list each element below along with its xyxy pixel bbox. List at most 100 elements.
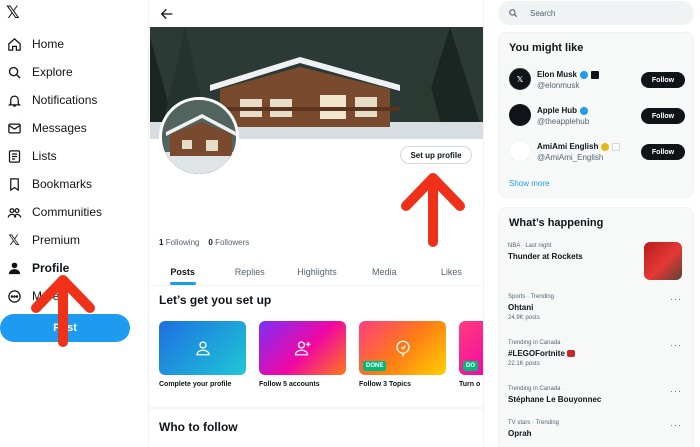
- person-outline-icon: [195, 341, 210, 356]
- nav-explore-label: Explore: [32, 65, 73, 79]
- verified-badge-icon: [580, 106, 588, 115]
- followers-label: Followers: [215, 238, 250, 247]
- tab-media[interactable]: Media: [351, 258, 418, 285]
- tab-replies[interactable]: Replies: [216, 258, 283, 285]
- verified-gold-badge-icon: [601, 142, 610, 151]
- trend-item[interactable]: Trending in Canada #LEGOFortnite 22.1K p…: [508, 340, 684, 367]
- trend-more-icon[interactable]: ···: [670, 420, 682, 430]
- nav-home[interactable]: Home: [6, 33, 64, 55]
- bell-icon: [6, 92, 22, 108]
- card-follow-accounts[interactable]: [259, 321, 346, 375]
- nav-notifications[interactable]: Notifications: [6, 89, 97, 111]
- search-icon: [509, 9, 518, 18]
- profile-avatar[interactable]: [159, 97, 239, 177]
- trend-item[interactable]: Trending in Canada Stéphane Le Bouyonnec…: [508, 386, 684, 404]
- card-label: Follow 5 accounts: [259, 381, 320, 388]
- avatar-cabin-image: [162, 100, 236, 174]
- followers-count: 0: [208, 238, 213, 247]
- follow-button[interactable]: Follow: [641, 72, 685, 88]
- you-might-like-panel: You might like 𝕏 Elon Musk @elonmusk Fol…: [498, 32, 694, 198]
- following-link[interactable]: 1 Following: [159, 238, 199, 247]
- topic-bubble-icon: [395, 340, 410, 357]
- trend-meta: Trending in Canada: [508, 340, 561, 346]
- list-icon: [6, 148, 22, 164]
- follow-counts: 1 Following 0 Followers: [159, 238, 249, 247]
- suggestion-handle: @elonmusk: [537, 81, 580, 90]
- lego-emoji-icon: [567, 350, 576, 358]
- profile-tabs: Posts Replies Highlights Media Likes: [149, 258, 483, 286]
- card-complete-profile[interactable]: [159, 321, 246, 375]
- follow-button[interactable]: Follow: [641, 144, 685, 160]
- nav-explore[interactable]: Explore: [6, 61, 73, 83]
- trend-title: #LEGOFortnite: [508, 349, 684, 358]
- suggestion-elon[interactable]: 𝕏 Elon Musk @elonmusk Follow: [509, 68, 685, 94]
- trend-count: 24.9K posts: [508, 315, 540, 321]
- tab-highlights[interactable]: Highlights: [283, 258, 350, 285]
- done-badge: DO: [463, 361, 478, 371]
- card-turn-on[interactable]: DO: [459, 321, 483, 375]
- bookmark-icon: [6, 176, 22, 192]
- trend-more-icon[interactable]: ···: [670, 294, 682, 304]
- trend-more-icon[interactable]: ···: [670, 340, 682, 350]
- suggestion-handle: @theapplehub: [537, 117, 590, 126]
- tab-posts[interactable]: Posts: [149, 258, 216, 285]
- x-logo-icon[interactable]: 𝕏: [6, 4, 24, 22]
- setup-cards: Complete your profile Follow 5 accounts …: [159, 321, 483, 393]
- person-icon: [6, 260, 22, 276]
- nav-premium[interactable]: 𝕏 Premium: [6, 229, 80, 251]
- nav-bookmarks-label: Bookmarks: [32, 177, 93, 191]
- left-sidebar: 𝕏 Home Explore Notifications Messages Li…: [0, 0, 148, 447]
- followers-link[interactable]: 0 Followers: [208, 238, 249, 247]
- suggestion-handle: @AmiAmi_English: [537, 153, 604, 162]
- card-label: Complete your profile: [159, 381, 232, 388]
- search-placeholder: Search: [530, 8, 556, 18]
- annotation-arrow-icon: [401, 173, 465, 247]
- setup-profile-button[interactable]: Set up profile: [400, 146, 472, 164]
- back-arrow-icon[interactable]: [159, 6, 175, 22]
- nav-messages-label: Messages: [32, 121, 87, 135]
- you-might-like-title: You might like: [509, 42, 584, 54]
- mail-icon: [6, 120, 22, 136]
- nav-notifications-label: Notifications: [32, 93, 98, 107]
- people-icon: [6, 204, 22, 220]
- home-icon: [6, 36, 22, 52]
- verified-badge-icon: [580, 70, 589, 79]
- trend-title: Ohtani: [508, 303, 534, 312]
- trend-title: Stéphane Le Bouyonnec: [508, 395, 602, 404]
- affiliate-badge-icon: [612, 142, 621, 151]
- right-sidebar: Search You might like 𝕏 Elon Musk @elonm…: [498, 0, 694, 447]
- tab-likes[interactable]: Likes: [418, 258, 483, 285]
- trend-more-icon[interactable]: ···: [670, 386, 682, 396]
- trend-thumbnail[interactable]: [644, 242, 682, 280]
- x-logo-icon: 𝕏: [8, 231, 20, 248]
- following-label: Following: [165, 238, 200, 247]
- trend-item[interactable]: Sports · Trending Ohtani 24.9K posts ···: [508, 294, 684, 321]
- avatar: [509, 104, 531, 126]
- add-person-icon: [294, 341, 310, 356]
- trend-meta: Trending in Canada: [508, 386, 561, 392]
- trend-title: Oprah: [508, 429, 532, 438]
- suggestion-amiami[interactable]: AmiAmi English @AmiAmi_English Follow: [509, 140, 685, 166]
- nav-bookmarks[interactable]: Bookmarks: [6, 173, 92, 195]
- more-circle-icon: [6, 288, 22, 304]
- show-more-link[interactable]: Show more: [509, 179, 549, 188]
- following-count: 1: [159, 238, 164, 247]
- trend-item[interactable]: TV stars · Trending Oprah ···: [508, 420, 684, 438]
- card-label: Follow 3 Topics: [359, 381, 411, 388]
- nav-home-label: Home: [32, 37, 65, 51]
- suggestion-name: Elon Musk: [537, 70, 600, 79]
- card-follow-topics[interactable]: DONE: [359, 321, 446, 375]
- suggestion-name: AmiAmi English: [537, 142, 621, 151]
- follow-button[interactable]: Follow: [641, 108, 685, 124]
- search-input[interactable]: Search: [498, 1, 694, 25]
- suggestion-applehub[interactable]: Apple Hub @theapplehub Follow: [509, 104, 685, 130]
- nav-premium-label: Premium: [32, 233, 81, 247]
- nav-lists-label: Lists: [32, 149, 57, 163]
- avatar: 𝕏: [509, 68, 531, 90]
- trend-count: 22.1K posts: [508, 361, 540, 367]
- nav-lists[interactable]: Lists: [6, 145, 57, 167]
- nav-communities[interactable]: Communities: [6, 201, 102, 223]
- nav-messages[interactable]: Messages: [6, 117, 87, 139]
- trend-meta: TV stars · Trending: [508, 420, 560, 426]
- suggestion-name: Apple Hub: [537, 106, 588, 115]
